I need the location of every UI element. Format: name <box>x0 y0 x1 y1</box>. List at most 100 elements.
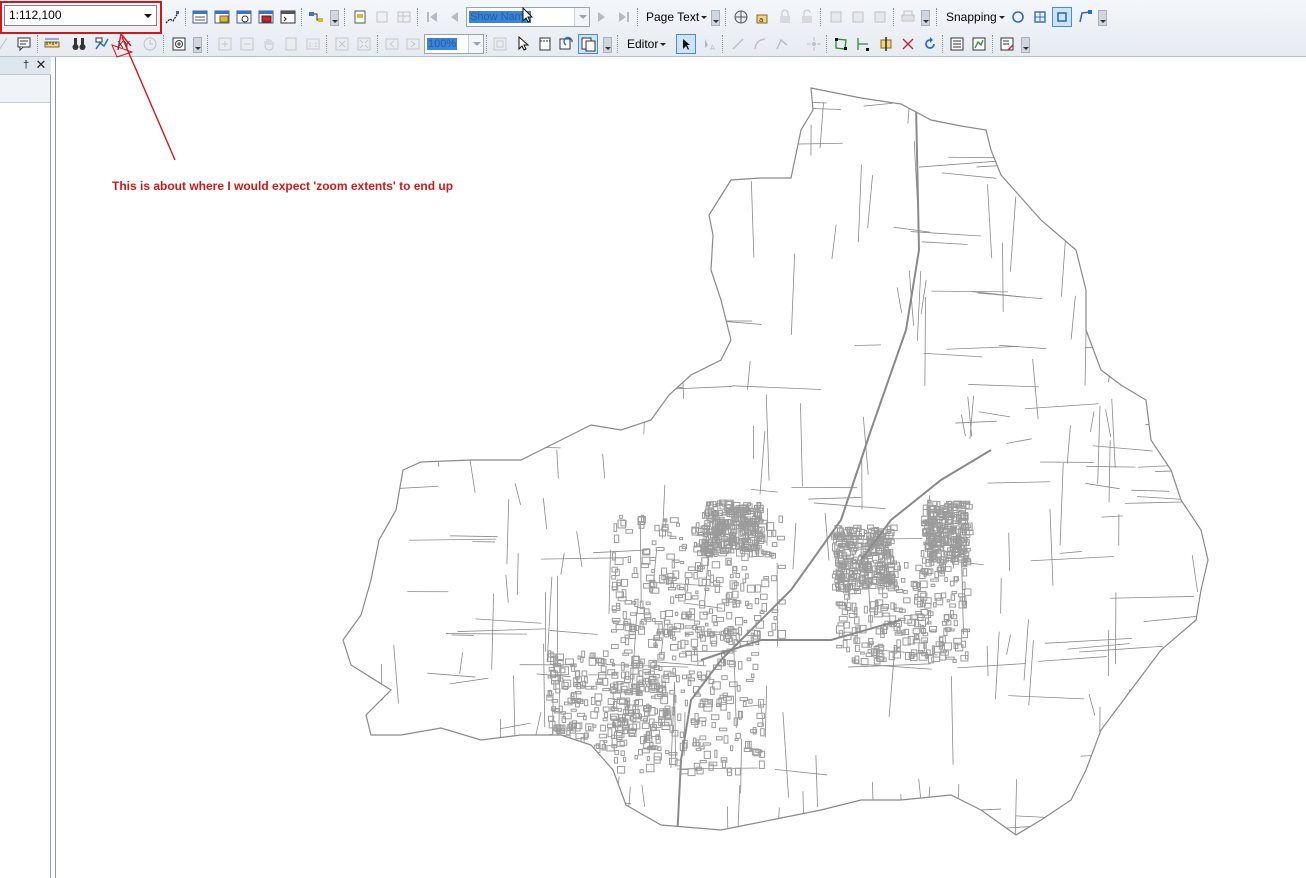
arctoolbox-icon[interactable] <box>257 8 275 26</box>
toolbar-separator <box>486 35 488 53</box>
attributes-window-icon[interactable] <box>948 35 966 53</box>
editor-label: Editor <box>627 37 659 51</box>
unplaced-labels-icon[interactable] <box>798 8 816 26</box>
dock-header: † ✕ <box>0 57 51 75</box>
previous-page-icon[interactable] <box>445 8 463 26</box>
lock-labels-icon[interactable] <box>776 8 794 26</box>
chevron-down-icon <box>660 43 667 47</box>
sketch-properties-icon[interactable] <box>970 35 988 53</box>
layout-zoom-out-icon[interactable] <box>238 35 256 53</box>
fixed-zoom-out-icon[interactable] <box>355 35 373 53</box>
end-snapping-icon[interactable] <box>1031 8 1049 26</box>
toolbar-options-icon[interactable] <box>711 10 720 26</box>
edit-tool-arrow-icon[interactable] <box>676 34 696 54</box>
map-scale-combo[interactable]: 1:112,100 <box>4 5 157 26</box>
page-text-label: Page Text <box>646 10 700 24</box>
svg-text:1:1: 1:1 <box>308 42 318 49</box>
go-back-extent-icon[interactable] <box>383 35 401 53</box>
find-binoculars-icon[interactable] <box>70 35 88 53</box>
go-to-xy-icon[interactable]: XY <box>115 35 133 53</box>
mouse-cursor-icon <box>519 6 537 24</box>
search-window-icon[interactable] <box>235 8 253 26</box>
cut-polygons-icon[interactable] <box>877 35 895 53</box>
first-page-icon[interactable] <box>423 8 441 26</box>
last-page-icon[interactable] <box>615 8 633 26</box>
end-point-arc-icon[interactable] <box>751 35 769 53</box>
map-scale-value: 1:112,100 <box>9 8 62 22</box>
snapping-menu[interactable]: Snapping <box>944 7 1007 27</box>
data-driven-page-layout-icon[interactable] <box>578 34 598 54</box>
point-construction-icon[interactable] <box>805 35 823 53</box>
time-slider-icon[interactable] <box>141 35 159 53</box>
reshape-feature-icon[interactable] <box>854 35 872 53</box>
data-driven-pages-icon[interactable] <box>351 8 369 26</box>
zoom-in-fixed-icon[interactable] <box>170 35 188 53</box>
refresh-pages-icon[interactable] <box>373 8 391 26</box>
toolbar-row-1: 1:112,100 Show Name Page Text a Snapping <box>0 1 1306 34</box>
layer-globe-icon[interactable] <box>732 8 750 26</box>
toolbar-options-icon[interactable] <box>1021 37 1030 53</box>
trace-icon[interactable] <box>773 35 791 53</box>
change-layout-icon[interactable] <box>557 35 575 53</box>
editor-menu[interactable]: Editor <box>625 34 668 54</box>
toolbar-separator <box>617 35 619 53</box>
go-forward-extent-icon[interactable] <box>404 35 422 53</box>
zoom-percent-value: 100% <box>427 38 458 50</box>
layout-zoom-percent-combo[interactable]: 100% <box>424 34 484 54</box>
toolbar-separator <box>163 35 165 53</box>
chevron-down-icon[interactable] <box>144 14 152 18</box>
rotate-tool-icon[interactable] <box>921 35 939 53</box>
chevron-down-icon[interactable] <box>468 35 483 53</box>
dock-content <box>0 102 50 878</box>
model-builder-icon[interactable] <box>307 8 325 26</box>
layout-zoom-in-icon[interactable] <box>216 35 234 53</box>
toolbar-separator <box>377 35 379 53</box>
toolbar-separator <box>185 8 187 26</box>
identify-comment-icon[interactable] <box>15 35 33 53</box>
table-of-contents-icon[interactable] <box>191 8 209 26</box>
edit-annotation-icon[interactable]: A <box>700 35 718 53</box>
close-icon[interactable]: ✕ <box>35 58 47 72</box>
toggle-draft-mode-icon[interactable] <box>491 35 509 53</box>
zoom-whole-page-icon[interactable] <box>282 35 300 53</box>
python-window-icon[interactable] <box>279 8 297 26</box>
chevron-down-icon[interactable] <box>574 8 589 26</box>
toolbar-separator <box>37 35 39 53</box>
split-tool-icon[interactable] <box>899 35 917 53</box>
chevron-down-icon <box>998 16 1005 20</box>
focus-data-frame-icon[interactable] <box>536 35 554 53</box>
toolbar-separator <box>301 8 303 26</box>
fixed-zoom-in-icon[interactable] <box>333 35 351 53</box>
straight-segment-icon[interactable] <box>729 35 747 53</box>
select-elements-cursor-icon[interactable] <box>514 35 532 53</box>
layout-pan-hand-icon[interactable] <box>260 35 278 53</box>
label-weight-icon[interactable] <box>849 8 867 26</box>
toolbar-separator <box>992 35 994 53</box>
measure-icon[interactable] <box>43 35 61 53</box>
toolbar-options-icon[interactable] <box>193 37 202 53</box>
partial-tool-icon[interactable] <box>0 35 14 53</box>
edge-snapping-icon[interactable] <box>1076 8 1094 26</box>
toolbar-options-icon[interactable] <box>1098 10 1107 26</box>
toolbar-options-icon[interactable] <box>603 37 612 53</box>
print-icon[interactable] <box>899 8 917 26</box>
zoom-100-percent-icon[interactable]: 1:1 <box>304 35 322 53</box>
pin-icon[interactable]: † <box>20 58 32 72</box>
toolbar-options-icon[interactable] <box>330 10 339 26</box>
page-table-icon[interactable] <box>395 8 413 26</box>
create-features-icon[interactable] <box>998 35 1016 53</box>
next-page-icon[interactable] <box>593 8 611 26</box>
point-snapping-icon[interactable] <box>1009 8 1027 26</box>
find-route-icon[interactable] <box>93 35 111 53</box>
label-manager-icon[interactable]: a <box>754 8 772 26</box>
edit-sketch-icon[interactable] <box>163 8 181 26</box>
convert-labels-icon[interactable] <box>827 8 845 26</box>
page-text-menu[interactable]: Page Text <box>644 7 709 27</box>
catalog-window-icon[interactable] <box>213 8 231 26</box>
vertex-snapping-icon[interactable] <box>1052 7 1072 27</box>
edit-vertices-icon[interactable] <box>832 35 850 53</box>
toolbar-options-icon[interactable] <box>921 10 930 26</box>
toolbar-separator <box>326 35 328 53</box>
view-unplaced-icon[interactable] <box>871 8 889 26</box>
toolbar-separator <box>637 8 639 26</box>
